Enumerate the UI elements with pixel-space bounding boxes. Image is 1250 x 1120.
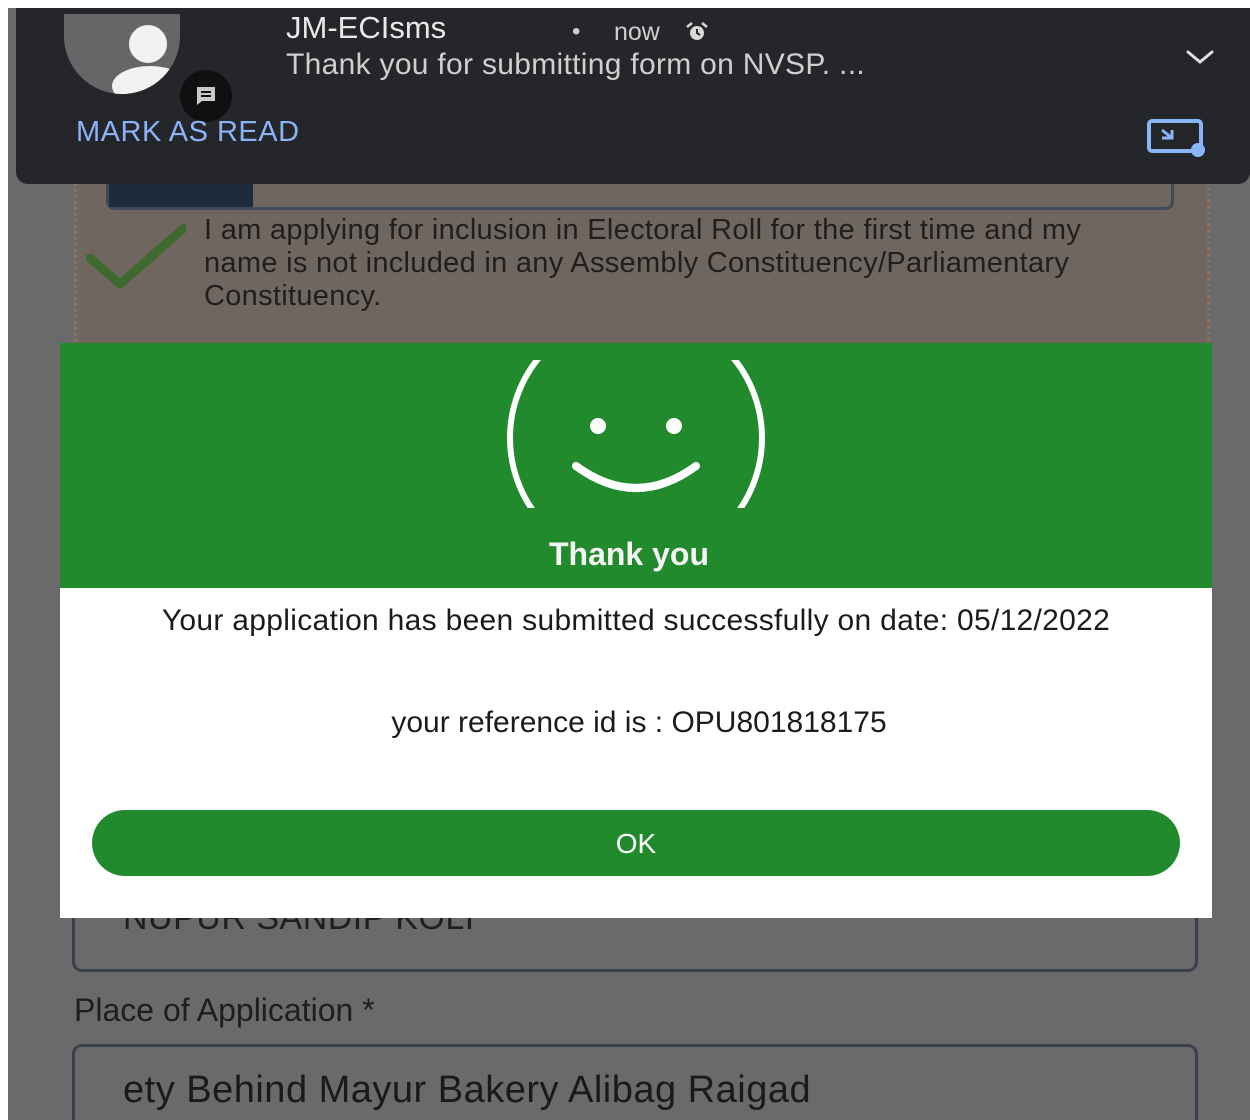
dialog-title: Thank you (548, 536, 709, 572)
avatar-person-icon (112, 25, 180, 94)
app-screen: I am applying for inclusion in Electoral… (8, 8, 1250, 1120)
reference-id: your reference id is : OPU801818175 (391, 706, 887, 739)
declaration-text: I am applying for inclusion in Electoral… (204, 214, 1082, 312)
notification-time: now (614, 18, 660, 46)
sms-notification[interactable]: JM-ECIsms • now Thank you for submitting… (16, 8, 1250, 184)
mark-as-read-button[interactable]: MARK AS READ (76, 116, 300, 149)
ok-button[interactable]: OK (92, 810, 1180, 876)
notification-sender: JM-ECIsms (286, 10, 447, 45)
alarm-icon (686, 22, 708, 40)
notification-preview: Thank you for submitting form on NVSP. .… (286, 48, 865, 81)
smiley-face-icon (507, 360, 765, 508)
place-of-application-label: Place of Application * (74, 992, 375, 1028)
message-badge-icon (180, 70, 232, 122)
place-of-application-value: ety Behind Mayur Bakery Alibag Raigad (123, 1069, 812, 1111)
place-of-application-field[interactable]: ety Behind Mayur Bakery Alibag Raigad (72, 1044, 1198, 1120)
picture-in-picture-icon[interactable] (1146, 118, 1208, 158)
chevron-down-icon[interactable] (1182, 46, 1218, 70)
avatar (64, 14, 180, 94)
checkmark-icon[interactable] (86, 222, 186, 292)
separator-dot: • (572, 18, 581, 45)
success-message: Your application has been submitted succ… (161, 604, 1111, 637)
